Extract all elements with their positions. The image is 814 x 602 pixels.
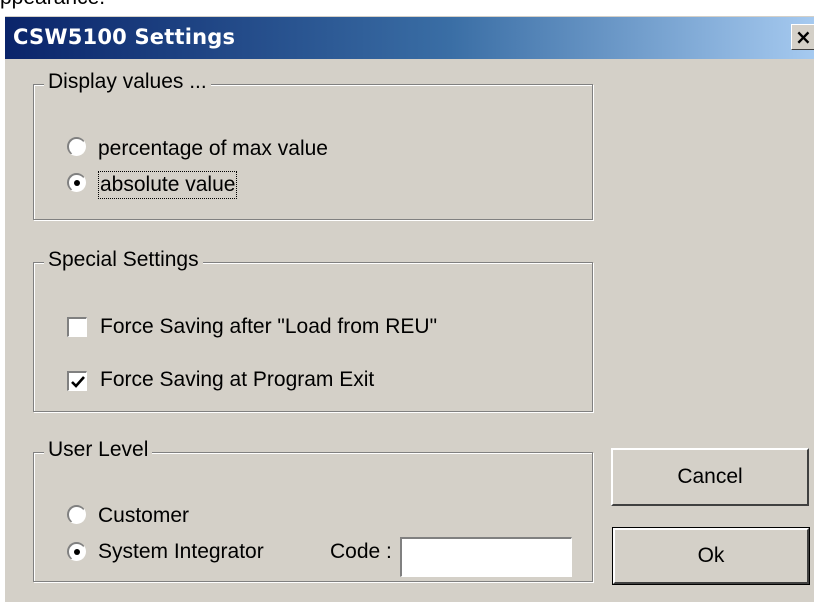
cancel-button[interactable]: Cancel [611,448,809,506]
checkmark-icon [71,376,85,388]
absolute-value-label[interactable]: absolute value [97,171,238,199]
radio-selected-dot [74,549,80,555]
special-settings-legend: Special Settings [44,248,203,272]
display-values-legend: Display values ... [44,70,211,94]
settings-dialog: CSW5100 Settings × Display values ... pe… [4,15,814,602]
code-input[interactable] [400,537,572,577]
dialog-title: CSW5100 Settings [13,25,236,49]
radio-button[interactable] [67,137,86,156]
radio-button[interactable] [67,173,86,192]
display-values-group: Display values ... percentage of max val… [33,70,593,220]
force-saving-exit-label[interactable]: Force Saving at Program Exit [100,368,374,392]
title-bar[interactable]: CSW5100 Settings × [5,17,814,59]
system-integrator-label[interactable]: System Integrator [98,540,264,564]
radio-button[interactable] [67,505,86,524]
percentage-max-label[interactable]: percentage of max value [98,137,328,161]
force-saving-load-label[interactable]: Force Saving after "Load from REU" [100,315,437,339]
radio-selected-dot [74,180,80,186]
ok-button[interactable]: Ok [612,527,810,585]
user-level-group: User Level Customer System Integrator Co… [33,438,593,582]
user-level-legend: User Level [44,438,153,462]
code-label: Code : [330,540,392,563]
checkbox[interactable] [67,371,87,391]
customer-label[interactable]: Customer [98,504,189,528]
checkbox[interactable] [67,317,87,337]
radio-button[interactable] [67,542,86,561]
background-text: ppearance. [0,0,105,10]
close-button[interactable]: × [791,24,814,50]
close-icon: × [795,25,812,49]
special-settings-group: Special Settings Force Saving after "Loa… [33,248,593,412]
